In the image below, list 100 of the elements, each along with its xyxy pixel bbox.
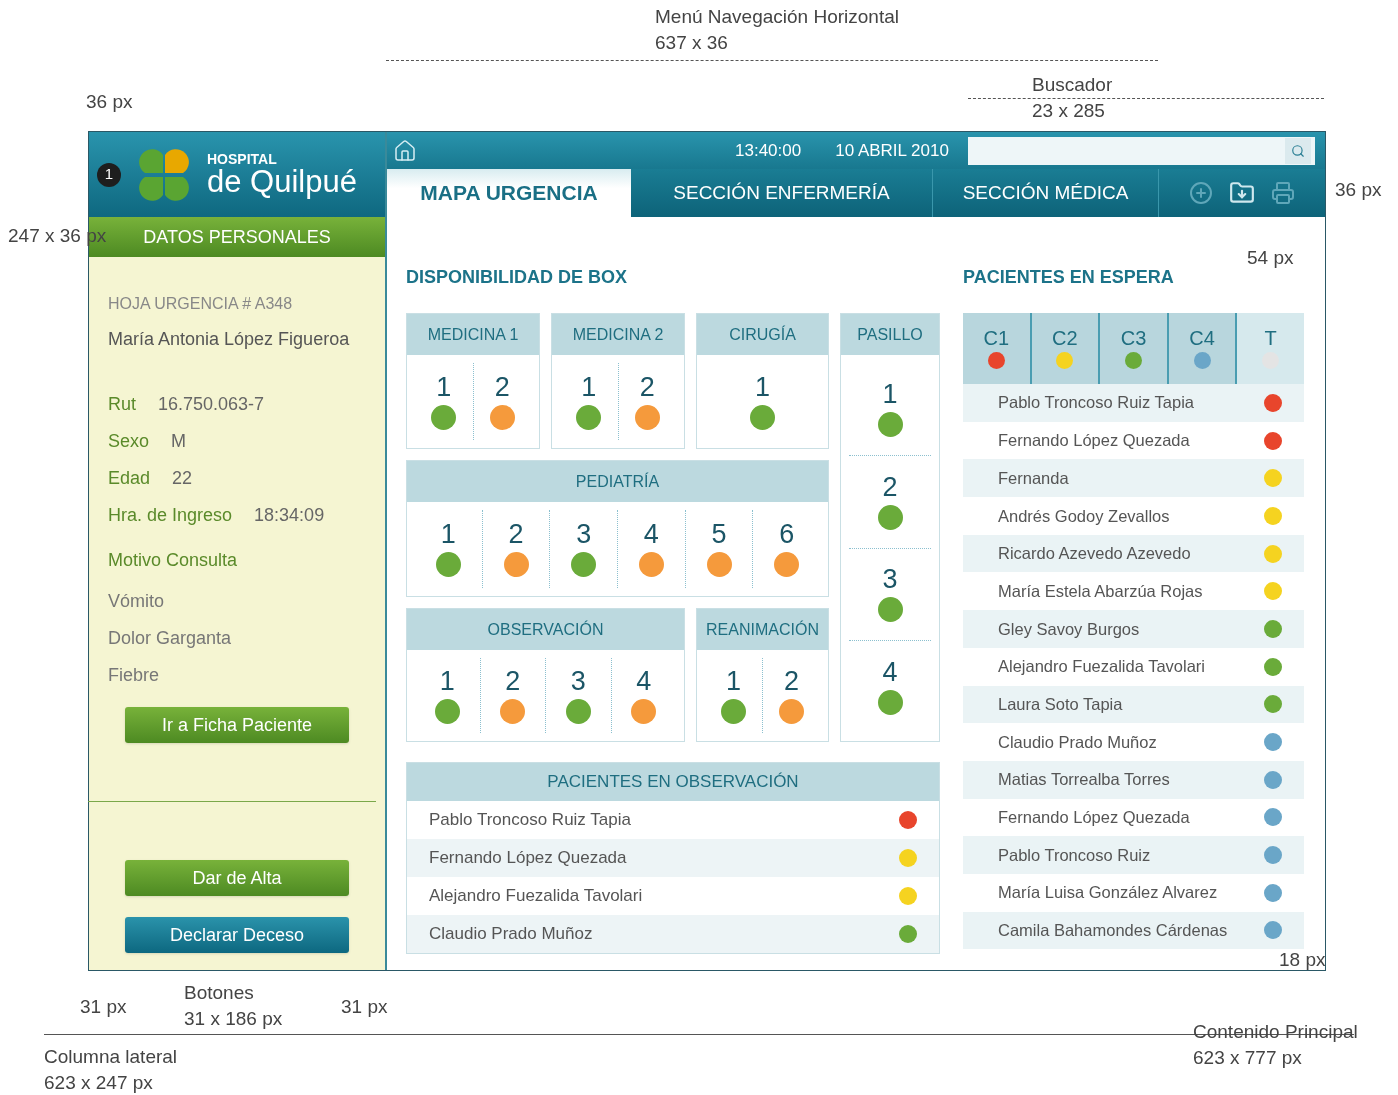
patient-name: Claudio Prado Muñoz [998,731,1157,753]
box-group-header: MEDICINA 2 [552,314,684,355]
bed-number: 4 [643,521,659,548]
patient-name: Fernando López Quezada [998,807,1190,829]
nav-tab[interactable]: SECCIÓN ENFERMERÍA [631,169,933,217]
home-icon[interactable] [393,138,417,163]
sheet-number: HOJA URGENCIA # A348 [108,294,294,314]
patient-name: María Estela Abarzúa Rojas [998,580,1203,602]
bed-number: 3 [882,566,898,594]
bed-number: 2 [882,473,898,501]
patient-name: Fernando López Quezada [429,847,627,870]
bed-number: 1 [439,667,455,695]
add-icon[interactable] [1189,181,1213,205]
bed-number: 1 [440,521,456,548]
bed-number: 5 [711,521,727,548]
section-title: DISPONIBILIDAD DE BOX [406,266,629,286]
annotation-label: 31 px [341,995,388,1019]
box-group-header: MEDICINA 1 [407,314,539,355]
bed-number: 2 [784,667,799,695]
box-group-header: REANIMACIÓN [697,609,828,650]
box-group-header: PASILLO [841,314,939,355]
box-group-header: OBSERVACIÓN [407,609,684,650]
patient-name: Matias Torrealba Torres [998,769,1170,791]
bed-number: 1 [755,373,770,401]
folder-download-icon[interactable] [1229,180,1255,206]
annotation-label: 31 px [80,995,127,1019]
reason-title: Motivo Consulta [108,549,239,572]
bed-number: 6 [779,521,795,548]
annotation-label: 637 x 36 [655,31,729,55]
patient-name: Pablo Troncoso Ruiz Tapia [998,392,1194,414]
patient-name: Alejandro Fuezalida Tavolari [998,656,1205,678]
bed-number: 1 [581,373,597,401]
patient-name: Andrés Godoy Zevallos [998,505,1170,527]
bed-number: 1 [436,373,452,401]
category-label: C2 [1052,328,1078,348]
bed-number: 2 [505,667,521,695]
step-badge: 1 [97,162,121,187]
annotation-label: 623 x 777 px [1193,1046,1303,1070]
annotation-label: 623 x 247 px [44,1071,154,1095]
nav-tab[interactable]: MAPA URGENCIA [387,169,631,217]
reason-item: Dolor Garganta [108,627,233,648]
reason-item: Fiebre [108,664,161,685]
annotation-label: 31 x 186 px [184,1007,283,1031]
category-label: C4 [1189,328,1215,348]
patient-name: Alejandro Fuezalida Tavolari [429,885,643,908]
bed-number: 1 [882,380,898,408]
sidebar-button[interactable]: Dar de Alta [125,860,349,896]
section-title: PACIENTES EN ESPERA [963,266,1175,286]
field-label: Rut [108,393,136,414]
annotation-label: 23 x 285 [1032,99,1106,123]
box-group-header: PEDIATRÍA [407,461,828,502]
search-field[interactable] [968,136,1315,165]
category-label: C3 [1120,328,1147,348]
logo-small-text: HOSPITAL [207,152,278,166]
nav-tab[interactable]: SECCIÓN MÉDICA [933,169,1159,217]
field-value: 16.750.063-7 [158,393,265,414]
field-value: M [171,430,187,451]
patient-name: Fernando López Quezada [998,430,1190,452]
sidebar-button[interactable]: Ir a Ficha Paciente [125,707,349,743]
sidebar-button[interactable]: Declarar Deceso [125,917,349,953]
reason-item: Vómito [108,590,166,611]
category-label: C1 [983,328,1010,348]
annotation-label: Buscador [1032,73,1113,97]
bed-number: 2 [508,521,524,548]
annotation-label: Columna lateral [44,1045,178,1069]
annotation-label: 36 px [1335,178,1382,202]
bed-number: 4 [882,659,898,687]
clock-time: 13:40:00 [735,139,802,162]
bed-number: 4 [636,667,652,695]
patient-name: María Luisa González Alvarez [998,882,1218,904]
date-text: 10 ABRIL 2010 [835,139,949,162]
patient-name: Camila Bahamondes Cárdenas [998,920,1228,942]
patient-name: Claudio Prado Muñoz [429,923,593,946]
patient-name: Laura Soto Tapia [998,693,1123,715]
field-label: Sexo [108,430,150,451]
box-group-header: CIRUGÍA [697,314,828,355]
field-value: 18:34:09 [254,504,325,525]
bed-number: 3 [570,667,586,695]
bed-number: 3 [576,521,592,548]
panel-header: PACIENTES EN OBSERVACIÓN [407,763,939,801]
bed-number: 2 [494,373,510,401]
bed-number: 1 [726,667,741,695]
logo-large-text: de Quilpué [207,166,357,197]
field-value: 22 [172,467,193,488]
annotation-label: Menú Navegación Horizontal [655,5,899,29]
patient-name: Pablo Troncoso Ruiz [998,844,1151,866]
patient-name: María Antonia López Figueroa [108,328,351,351]
patient-name: Pablo Troncoso Ruiz Tapia [429,809,631,832]
patient-name: Gley Savoy Burgos [998,618,1140,640]
print-icon[interactable] [1271,181,1295,205]
annotation-label: 36 px [86,90,133,114]
field-label: Hra. de Ingreso [108,504,233,525]
field-label: Edad [108,467,151,488]
annotation-label: 18 px [1279,948,1326,972]
category-label: T [1264,328,1277,348]
patient-name: Ricardo Azevedo Azevedo [998,543,1191,565]
annotation-label: Botones [184,981,255,1005]
search-icon[interactable] [1291,143,1305,158]
annotation-label: 54 px [1247,246,1294,270]
patient-name: Fernanda [998,467,1069,489]
